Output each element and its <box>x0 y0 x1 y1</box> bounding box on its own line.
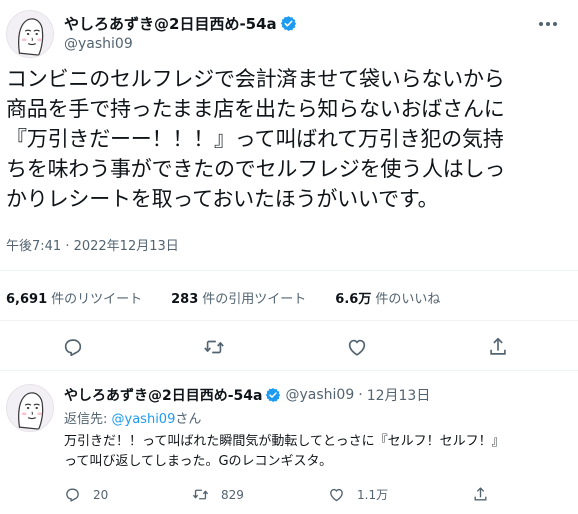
tweet-text-line: ちを味わう事ができたのでセルフレジを使う人はしっ <box>6 157 506 181</box>
tweet-text-line: かりレシートを取っておいたほうがいいです。 <box>6 187 439 211</box>
author-name[interactable]: やしろあずき@2日目西め-54a <box>64 13 297 34</box>
retweet-count: 829 <box>221 487 244 502</box>
reply-display-name[interactable]: やしろあずき@2日目西め-54a <box>64 385 262 405</box>
reply-text-line: 万引きだ！！って叫ばれた瞬間気が動転してとっさに『セルフ！セルフ！』 <box>64 434 505 449</box>
reply-count: 20 <box>93 487 109 502</box>
display-name[interactable]: やしろあずき@2日目西め-54a <box>64 13 277 34</box>
tweet-text: コンビニのセルフレジで会計済ませて袋いらないから 商品を手で持ったまま店を出たら… <box>6 64 572 214</box>
retweet-icon <box>192 489 209 500</box>
reply-to-mention[interactable]: @yashi09 <box>112 412 176 427</box>
quotes-label: 件の引用ツイート <box>202 292 307 307</box>
reply-retweet-button[interactable]: 829 <box>192 486 244 503</box>
likes-label: 件のいいね <box>375 292 441 307</box>
avatar-illustration <box>7 11 53 57</box>
reply-like-button[interactable]: 1.1万 <box>328 486 388 503</box>
likes-count: 6.6万 <box>335 292 372 307</box>
reply-to-prefix: 返信先: <box>64 412 112 427</box>
divider <box>0 270 578 271</box>
retweets-count: 6,691 <box>6 292 48 307</box>
quotes-stat[interactable]: 283 件の引用ツイート <box>171 288 306 307</box>
more-options-icon[interactable] <box>534 12 562 36</box>
verified-badge-icon <box>280 16 296 31</box>
share-icon <box>474 487 487 501</box>
quotes-count: 283 <box>171 292 199 307</box>
reply-share-button[interactable] <box>472 486 501 503</box>
separator-dot: · <box>358 387 363 403</box>
replying-to: 返信先: @yashi09さん <box>64 408 201 427</box>
like-icon <box>330 488 343 502</box>
avatar-illustration <box>7 385 53 431</box>
reply-icon[interactable] <box>62 336 84 358</box>
tweet-text-line: 商品を手で持ったまま店を出たら知らないおばさんに <box>6 97 505 121</box>
reply-author-avatar[interactable] <box>6 384 54 432</box>
reply-icon <box>66 488 79 502</box>
tweet-text-line: 『万引きだーー！！！』って叫ばれて万引き犯の気持 <box>6 127 504 151</box>
reply-handle[interactable]: @yashi09 <box>285 387 354 403</box>
reply-date[interactable]: 12月13日 <box>367 385 431 405</box>
author-handle[interactable]: @yashi09 <box>64 36 133 52</box>
likes-stat[interactable]: 6.6万 件のいいね <box>335 288 440 307</box>
verified-badge-icon <box>266 388 281 402</box>
reply-text-line: って叫び返してしまった。Gのレコンギスタ。 <box>64 454 333 469</box>
retweets-stat[interactable]: 6,691 件のリツイート <box>6 288 142 307</box>
reply-header: やしろあずき@2日目西め-54a @yashi09 · 12月13日 <box>64 385 430 405</box>
reply-reply-button[interactable]: 20 <box>64 486 108 503</box>
reply-to-suffix: さん <box>175 412 202 427</box>
tweet-actions <box>0 336 578 358</box>
like-count: 1.1万 <box>357 488 389 502</box>
divider <box>0 370 578 371</box>
author-avatar[interactable] <box>6 10 54 58</box>
retweets-label: 件のリツイート <box>51 292 143 307</box>
reply-text: 万引きだ！！って叫ばれた瞬間気が動転してとっさに『セルフ！セルフ！』 って叫び返… <box>64 432 505 472</box>
tweet-timestamp[interactable]: 午後7:41 · 2022年12月13日 <box>6 235 179 254</box>
engagement-stats: 6,691 件のリツイート 283 件の引用ツイート 6.6万 件のいいね <box>6 288 469 307</box>
retweet-icon[interactable] <box>203 336 225 358</box>
like-icon[interactable] <box>346 336 368 358</box>
tweet-text-line: コンビニのセルフレジで会計済ませて袋いらないから <box>6 67 505 91</box>
divider <box>0 320 578 321</box>
share-icon[interactable] <box>487 336 509 358</box>
